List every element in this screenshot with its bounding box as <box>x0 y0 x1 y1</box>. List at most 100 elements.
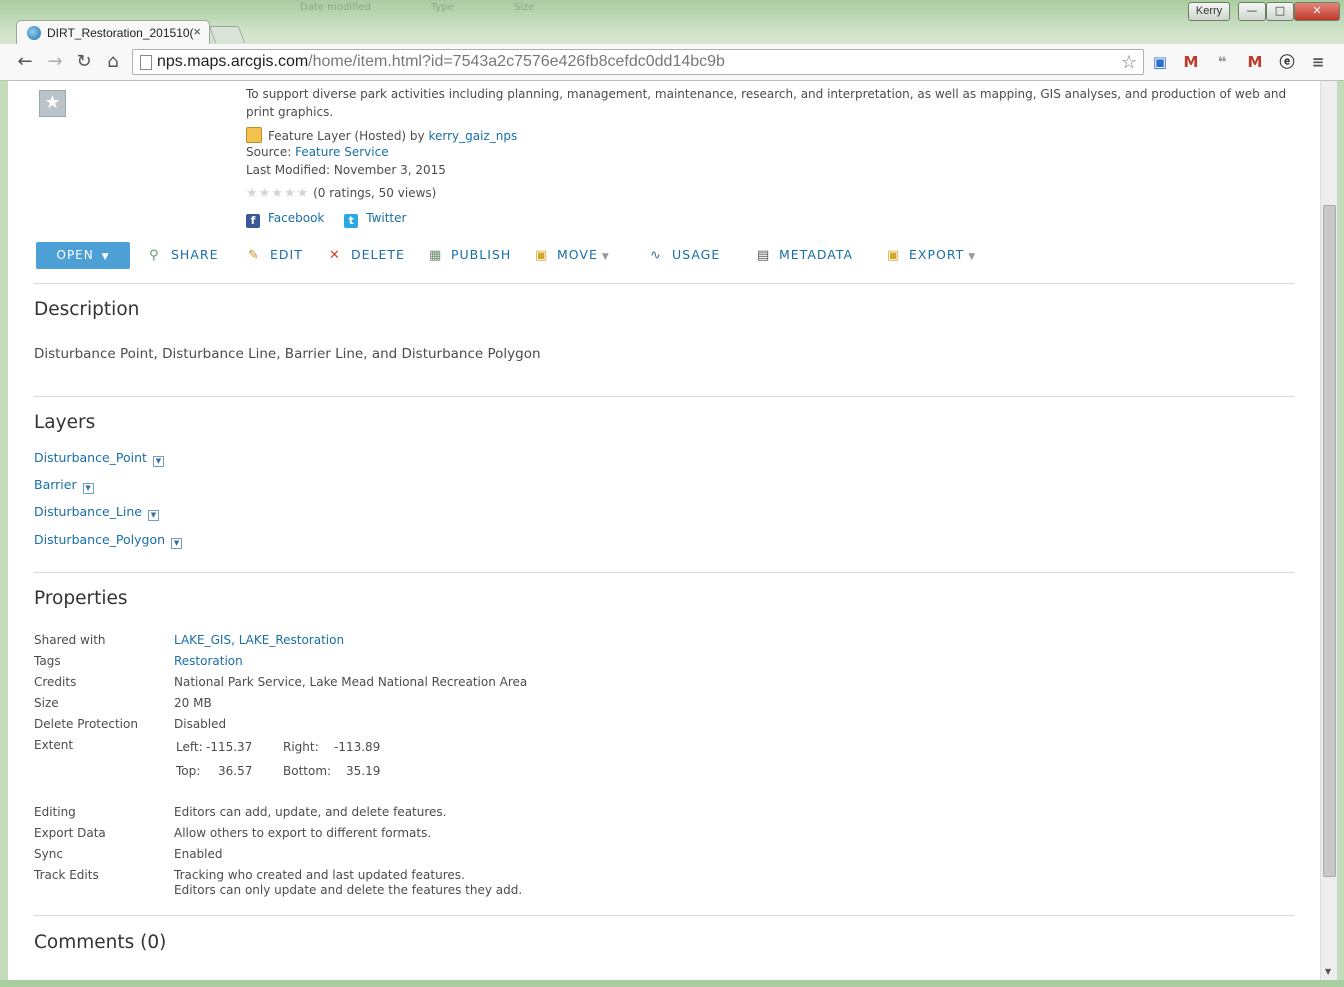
source-link[interactable]: Feature Service <box>295 145 389 159</box>
move-button[interactable]: ▣ MOVE ▼ <box>535 247 610 263</box>
metadata-document-icon: ▤ <box>757 248 771 263</box>
profile-button[interactable]: Kerry <box>1188 2 1230 21</box>
open-label: OPEN <box>56 248 94 262</box>
description-heading: Description <box>34 299 140 320</box>
metadata-button[interactable]: ▤ METADATA <box>757 247 853 263</box>
layer-link[interactable]: Disturbance_Polygon ▼ <box>34 532 183 549</box>
chrome-menu-icon[interactable]: ≡ <box>1308 52 1328 72</box>
bookmark-star-icon[interactable]: ☆ <box>1121 50 1137 74</box>
dropdown-arrow-icon[interactable]: ▼ <box>82 483 94 494</box>
extent-right-label: Right: <box>283 740 319 754</box>
browser-tab-active[interactable]: DIRT_Restoration_201510( × <box>16 20 210 45</box>
new-tab-button[interactable] <box>208 26 246 43</box>
dropdown-arrow-icon[interactable]: ▼ <box>147 510 159 521</box>
extension-e-icon[interactable]: ⓔ <box>1277 52 1297 72</box>
dropdown-arrow-icon[interactable]: ▼ <box>152 456 164 467</box>
scrollbar-thumb[interactable] <box>1323 205 1336 877</box>
gmail-icon[interactable]: M <box>1245 52 1265 72</box>
window-frame-bottom <box>0 980 1344 987</box>
layer-link[interactable]: Disturbance_Line ▼ <box>34 504 159 521</box>
background-window-text: Date modified Type Size <box>300 2 535 13</box>
tab-close-icon[interactable]: × <box>193 24 201 39</box>
owner-link[interactable]: kerry_gaiz_nps <box>428 129 517 143</box>
address-bar[interactable]: nps.maps.arcgis.com/home/item.html?id=75… <box>132 49 1144 75</box>
description-text: Disturbance Point, Disturbance Line, Bar… <box>34 346 541 362</box>
social-links: f Facebook t Twitter <box>246 211 406 228</box>
layer-link[interactable]: Disturbance_Point ▼ <box>34 450 164 467</box>
divider <box>34 915 1294 916</box>
extent-left-value: -115.37 <box>206 740 253 754</box>
usage-button[interactable]: ∿ USAGE <box>650 247 720 263</box>
last-modified: Last Modified: November 3, 2015 <box>246 163 446 177</box>
item-source-line: Source: Feature Service <box>246 145 389 159</box>
delete-button[interactable]: ✕ DELETE <box>329 247 405 263</box>
extension-hangouts-icon[interactable]: ❝ <box>1212 52 1232 72</box>
shared-with-groups-link[interactable]: LAKE_GIS, LAKE_Restoration <box>174 633 344 647</box>
twitter-icon[interactable]: t <box>344 214 359 228</box>
export-data-value: Allow others to export to different form… <box>174 826 432 840</box>
edit-button[interactable]: ✎ EDIT <box>248 247 303 263</box>
facebook-link[interactable]: Facebook <box>268 211 324 225</box>
extent-top-label: Top: <box>176 764 201 778</box>
feature-layer-icon <box>246 127 262 143</box>
extension-mail-icon[interactable]: M <box>1181 52 1201 72</box>
url-host: nps.maps.arcgis.com <box>157 53 309 70</box>
size-label: Size <box>34 696 59 710</box>
track-edits-label: Track Edits <box>34 868 99 882</box>
maximize-button[interactable]: □ <box>1266 2 1294 21</box>
vertical-scrollbar[interactable]: ▼ <box>1320 81 1337 980</box>
reload-icon[interactable]: ↻ <box>73 52 95 72</box>
layers-heading: Layers <box>34 412 96 433</box>
arcgis-favicon-icon <box>27 26 41 40</box>
tag-link[interactable]: Restoration <box>174 654 243 668</box>
extent-bottom-value: 35.19 <box>346 764 381 778</box>
folder-icon: ▣ <box>535 248 549 263</box>
publish-icon: ▦ <box>429 248 443 263</box>
tab-title: DIRT_Restoration_201510( <box>47 26 194 40</box>
window-frame-left <box>0 81 8 980</box>
scroll-down-arrow-icon[interactable]: ▼ <box>1325 967 1331 976</box>
extent-label: Extent <box>34 738 74 752</box>
editing-label: Editing <box>34 805 76 819</box>
back-arrow-icon[interactable]: ← <box>14 52 36 72</box>
home-icon[interactable]: ⌂ <box>102 52 124 72</box>
comments-heading: Comments (0) <box>34 932 167 953</box>
url-path: /home/item.html?id=7543a2c7576e426fb8cef… <box>308 53 725 70</box>
page-icon <box>140 55 152 70</box>
share-button[interactable]: ⚲ SHARE <box>149 247 218 263</box>
pencil-icon: ✎ <box>248 248 260 263</box>
close-window-button[interactable]: ✕ <box>1294 2 1340 21</box>
shared-with-label: Shared with <box>34 633 106 647</box>
credits-label: Credits <box>34 675 77 689</box>
item-thumbnail-star-icon[interactable]: ★ <box>39 90 66 117</box>
minimize-button[interactable]: — <box>1238 2 1266 21</box>
extension-calendar-icon[interactable]: ▣ <box>1150 52 1170 72</box>
divider <box>34 572 1294 573</box>
page-content: ★ To support diverse park activities inc… <box>8 81 1320 980</box>
window-frame-right <box>1336 81 1344 980</box>
facebook-icon[interactable]: f <box>246 214 260 228</box>
divider <box>34 396 1294 397</box>
export-icon: ▣ <box>887 248 901 263</box>
item-summary: To support diverse park activities inclu… <box>246 87 1287 119</box>
browser-toolbar: ← → ↻ ⌂ nps.maps.arcgis.com/home/item.ht… <box>0 44 1344 81</box>
delete-protection-label: Delete Protection <box>34 717 138 731</box>
layer-link[interactable]: Barrier ▼ <box>34 477 94 494</box>
delete-x-icon: ✕ <box>329 248 341 263</box>
sync-value: Enabled <box>174 847 223 861</box>
ratings-views: (0 ratings, 50 views) <box>313 186 437 200</box>
twitter-link[interactable]: Twitter <box>366 211 406 225</box>
open-button[interactable]: OPEN ▼ <box>36 242 130 269</box>
export-button[interactable]: ▣ EXPORT ▼ <box>887 247 976 263</box>
rating-stars-icon[interactable]: ★★★★★ <box>246 186 309 201</box>
forward-arrow-icon[interactable]: → <box>44 52 66 72</box>
track-edits-value-2: Editors can only update and delete the f… <box>174 883 523 897</box>
publish-button[interactable]: ▦ PUBLISH <box>429 247 511 263</box>
dropdown-arrow-icon[interactable]: ▼ <box>171 538 183 549</box>
source-label: Source: <box>246 145 296 159</box>
share-icon: ⚲ <box>149 248 160 263</box>
extent-left-label: Left: <box>176 740 203 754</box>
extent-bottom-label: Bottom: <box>283 764 332 778</box>
extent-top-value: 36.57 <box>218 764 253 778</box>
sync-label: Sync <box>34 847 63 861</box>
